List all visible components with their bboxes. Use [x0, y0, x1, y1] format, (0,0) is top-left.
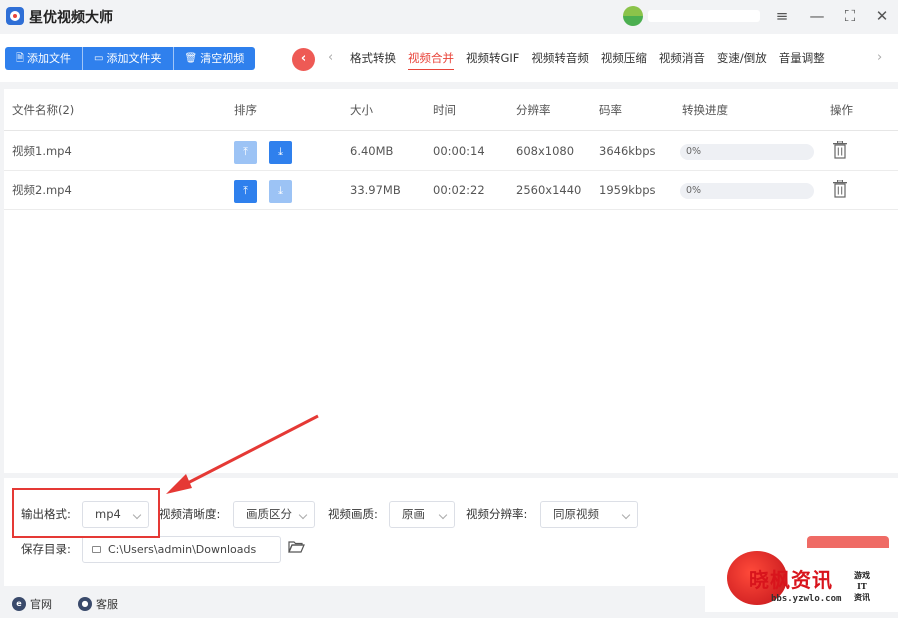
table-header: 文件名称(2) 排序 大小 时间 分辨率 码率 转换进度 操作 — [4, 89, 898, 131]
support-label: 客服 — [96, 598, 118, 611]
convert-progress-bar: 0% — [680, 144, 814, 160]
header-action: 操作 — [830, 103, 853, 117]
file-duration: 00:00:14 — [433, 144, 485, 158]
table-row: 视频2.mp4 ⤒ ⤓ 33.97MB 00:02:22 2560x1440 1… — [4, 171, 898, 210]
close-icon[interactable]: ✕ — [871, 5, 893, 27]
save-dir-value: C:\Users\admin\Downloads — [108, 543, 257, 556]
menu-icon[interactable]: ≡ — [771, 5, 793, 27]
clear-videos-label: 清空视频 — [200, 52, 245, 65]
tab-video-to-audio[interactable]: 视频转音频 — [525, 34, 595, 82]
file-bitrate: 3646kbps — [599, 144, 656, 158]
tabs-scroll-right-icon[interactable]: › — [877, 50, 882, 65]
header-size: 大小 — [350, 103, 373, 117]
trash-icon: 🗑 — [184, 53, 198, 64]
progress-label: 0% — [686, 185, 702, 196]
chevron-down-icon — [438, 510, 448, 520]
file-button-group: 🗎 添加文件 ▭ 添加文件夹 🗑 清空视频 — [5, 47, 256, 70]
clarity-select[interactable]: 画质区分 — [233, 501, 315, 528]
file-resolution: 2560x1440 — [516, 183, 582, 197]
add-file-label: 添加文件 — [27, 52, 72, 65]
toolbar: 🗎 添加文件 ▭ 添加文件夹 🗑 清空视频 ‹ ‹ 格式转换 视频合并 视频转G… — [0, 34, 898, 82]
resolution-label: 视频分辨率: — [466, 507, 528, 521]
website-link[interactable]: e 官网 — [12, 596, 52, 612]
move-down-button[interactable]: ⤓ — [269, 180, 292, 203]
watermark-url: bbs.yzwlo.com — [771, 594, 842, 604]
tab-volume-adjust[interactable]: 音量调整 — [773, 34, 831, 82]
folder-icon — [92, 546, 101, 553]
support-link[interactable]: ● 客服 — [78, 596, 118, 612]
folder-icon: ▭ — [94, 53, 104, 64]
app-title: 星优视频大师 — [29, 10, 113, 26]
header-order: 排序 — [234, 103, 257, 117]
file-size: 33.97MB — [350, 183, 401, 197]
tab-video-to-gif[interactable]: 视频转GIF — [460, 34, 525, 82]
watermark-side-text: 游戏 IT 资讯 — [854, 570, 870, 602]
tab-video-compress[interactable]: 视频压缩 — [595, 34, 653, 82]
maximize-icon[interactable]: ⛶ — [839, 5, 861, 27]
header-name: 文件名称(2) — [12, 103, 75, 117]
resolution-value: 同原视频 — [553, 507, 599, 521]
tab-video-merge[interactable]: 视频合并 — [402, 34, 460, 82]
website-label: 官网 — [30, 598, 52, 611]
user-avatar[interactable] — [623, 6, 643, 26]
user-name-redacted — [648, 10, 760, 22]
feature-tabs: 格式转换 视频合并 视频转GIF 视频转音频 视频压缩 视频消音 变速/倒放 音… — [344, 34, 831, 82]
move-down-button[interactable]: ⤓ — [269, 141, 292, 164]
header-resolution: 分辨率 — [516, 103, 551, 117]
progress-label: 0% — [686, 146, 702, 157]
quality-label: 视频画质: — [328, 507, 378, 521]
header-bitrate: 码率 — [599, 103, 622, 117]
file-duration: 00:02:22 — [433, 183, 485, 197]
save-dir-label: 保存目录: — [21, 542, 71, 556]
tab-video-mute[interactable]: 视频消音 — [653, 34, 711, 82]
save-dir-field[interactable]: C:\Users\admin\Downloads — [82, 536, 281, 563]
file-resolution: 608x1080 — [516, 144, 575, 158]
tabs-scroll-left-icon[interactable]: ‹ — [328, 50, 333, 65]
clarity-value: 画质区分 — [246, 507, 292, 521]
back-button[interactable]: ‹ — [292, 48, 315, 71]
move-up-button[interactable]: ⤒ — [234, 141, 257, 164]
resolution-select[interactable]: 同原视频 — [540, 501, 638, 528]
file-size: 6.40MB — [350, 144, 394, 158]
app-logo-icon — [6, 7, 24, 25]
add-file-button[interactable]: 🗎 添加文件 — [5, 47, 84, 70]
file-icon: 🗎 — [16, 53, 25, 64]
add-folder-label: 添加文件夹 — [106, 52, 162, 65]
file-bitrate: 1959kbps — [599, 183, 656, 197]
minimize-icon[interactable]: — — [806, 5, 828, 27]
table-row: 视频1.mp4 ⤒ ⤓ 6.40MB 00:00:14 608x1080 364… — [4, 132, 898, 171]
annotation-highlight-box — [12, 488, 160, 538]
quality-select[interactable]: 原画 — [389, 501, 455, 528]
open-folder-icon[interactable] — [288, 540, 305, 554]
delete-icon[interactable] — [832, 180, 848, 198]
support-icon: ● — [78, 597, 92, 611]
file-name: 视频1.mp4 — [12, 144, 72, 158]
header-progress: 转换进度 — [682, 103, 728, 117]
chevron-down-icon — [298, 510, 308, 520]
quality-value: 原画 — [402, 507, 425, 521]
title-bar: 星优视频大师 ≡ — ⛶ ✕ — [0, 0, 898, 34]
header-time: 时间 — [433, 103, 456, 117]
move-up-button[interactable]: ⤒ — [234, 180, 257, 203]
chevron-down-icon — [621, 510, 631, 520]
add-folder-button[interactable]: ▭ 添加文件夹 — [83, 47, 174, 70]
tab-format-convert[interactable]: 格式转换 — [344, 34, 402, 82]
file-list-panel: 文件名称(2) 排序 大小 时间 分辨率 码率 转换进度 操作 视频1.mp4 … — [4, 89, 898, 473]
watermark-title: 晓枫资讯 — [749, 568, 833, 592]
website-icon: e — [12, 597, 26, 611]
clear-videos-button[interactable]: 🗑 清空视频 — [173, 47, 256, 70]
delete-icon[interactable] — [832, 141, 848, 159]
file-name: 视频2.mp4 — [12, 183, 72, 197]
convert-progress-bar: 0% — [680, 183, 814, 199]
tab-speed-reverse[interactable]: 变速/倒放 — [711, 34, 773, 82]
clarity-label: 视频清晰度: — [159, 507, 221, 521]
watermark: 晓枫资讯 bbs.yzwlo.com 游戏 IT 资讯 — [705, 548, 898, 612]
annotation-arrow-icon — [166, 414, 319, 494]
